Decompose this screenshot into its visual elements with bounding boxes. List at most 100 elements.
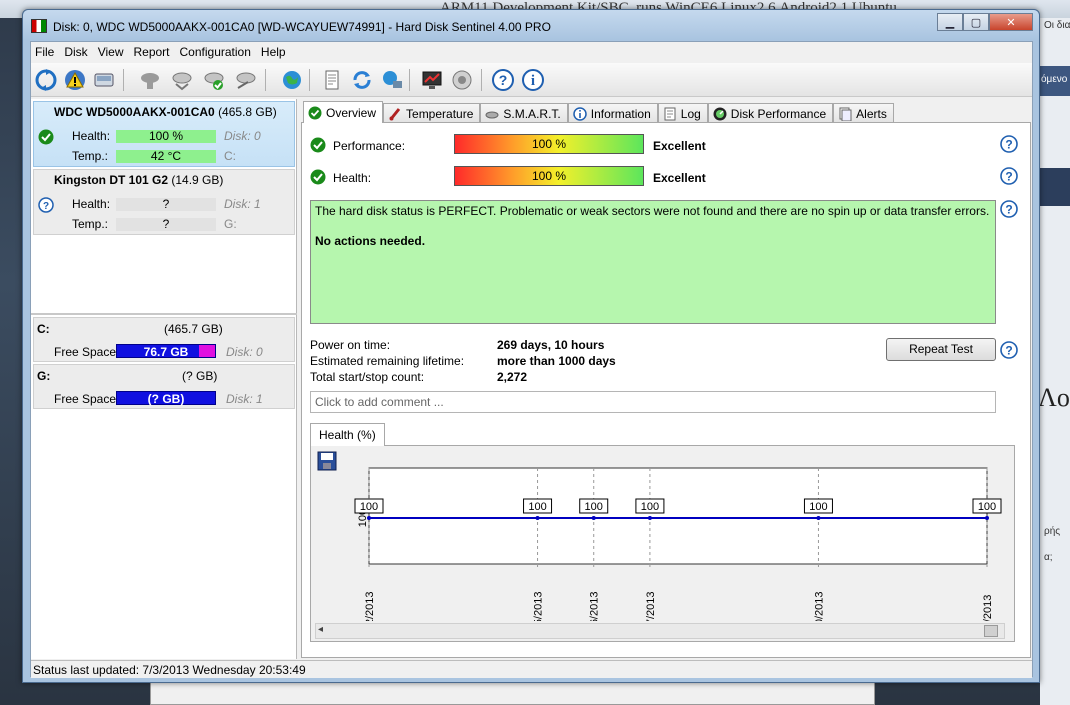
help-icon[interactable]: ?	[1000, 341, 1018, 359]
data-point	[591, 516, 596, 520]
gauge-icon	[713, 107, 727, 120]
background-fragment: Λο	[1040, 383, 1070, 412]
svg-text:?: ?	[1005, 203, 1012, 217]
thermometer-icon	[389, 107, 401, 120]
menu-help[interactable]: Help	[257, 42, 292, 62]
health-chart-panel: 100 100 100 100 100 100 100 6/22/2013 6/25/2013 6…	[310, 445, 1015, 642]
close-button[interactable]: ✕	[989, 13, 1033, 31]
health-value: 100 %	[116, 130, 216, 143]
disk-icon	[485, 111, 499, 118]
free-space-bar: (? GB)	[116, 391, 216, 406]
free-space-bar: 76.7 GB	[116, 344, 216, 359]
chart-scrollbar[interactable]: ◂	[315, 623, 1005, 639]
background-fragment: Οι διαχ	[1044, 20, 1070, 31]
data-point	[816, 516, 821, 520]
ok-check-icon	[308, 106, 322, 119]
repeat-test-button[interactable]: Repeat Test	[886, 338, 996, 361]
disk-gray-icon[interactable]	[137, 67, 163, 93]
help-icon[interactable]: ?	[1000, 135, 1018, 153]
report-icon[interactable]	[319, 67, 345, 93]
tab-information[interactable]: Information	[567, 103, 658, 123]
svg-text:i: i	[531, 73, 535, 89]
menu-disk[interactable]: Disk	[60, 42, 93, 62]
sync-icon[interactable]	[349, 67, 375, 93]
warning-icon[interactable]	[62, 67, 88, 93]
tab-disk-performance[interactable]: Disk Performance	[707, 103, 834, 123]
disk-settings-icon[interactable]	[233, 67, 259, 93]
comment-field[interactable]: Click to add comment ...	[310, 391, 996, 413]
remaining-lifetime: more than 1000 days	[497, 354, 616, 368]
scroll-thumb[interactable]	[984, 625, 998, 637]
minimize-button[interactable]: ▁	[937, 13, 963, 31]
x-tick-label: 6/26/2013	[589, 592, 601, 621]
data-point	[367, 516, 371, 520]
divider	[31, 313, 297, 315]
client-area: File Disk View Report Configuration Help	[30, 41, 1033, 678]
menu-report[interactable]: Report	[129, 42, 175, 62]
tab-alerts[interactable]: Alerts	[833, 103, 894, 123]
performance-bar: 100 %	[454, 134, 644, 154]
x-tick-label: 7/3/2013	[982, 595, 994, 621]
background-fragment: ρής	[1044, 526, 1061, 537]
tab-health-chart[interactable]: Health (%)	[310, 423, 385, 446]
data-point	[535, 516, 540, 520]
tab-smart[interactable]: S.M.A.R.T.	[480, 103, 568, 123]
x-tick-label: 6/25/2013	[533, 592, 545, 621]
network-icon[interactable]	[379, 67, 405, 93]
disk-name: WDC WD5000AAKX-001CA0 (465.8 GB)	[54, 105, 277, 119]
refresh-icon[interactable]	[33, 67, 59, 93]
maximize-button[interactable]: ▢	[963, 13, 989, 31]
scroll-left-icon[interactable]: ◂	[318, 624, 323, 635]
alerts-icon	[839, 107, 852, 121]
x-tick-label: 6/27/2013	[645, 592, 657, 621]
disk-icon[interactable]	[91, 67, 117, 93]
status-bar: Status last updated: 7/3/2013 Wednesday …	[31, 660, 1032, 678]
window-title: Disk: 0, WDC WD5000AAKX-001CA0 [WD-WCAYU…	[53, 20, 551, 34]
health-bar: 100 %	[454, 166, 644, 186]
info-icon	[572, 106, 587, 121]
tab-temperature[interactable]: Temperature	[383, 103, 481, 123]
menu-file[interactable]: File	[31, 42, 60, 62]
start-stop-count: 2,272	[497, 370, 528, 384]
data-label: 100	[809, 501, 827, 513]
used-space-fill	[199, 345, 215, 357]
svg-text:?: ?	[1005, 344, 1012, 358]
temperature-value: 42 °C	[116, 150, 216, 163]
title-bar[interactable]: Disk: 0, WDC WD5000AAKX-001CA0 [WD-WCAYU…	[23, 10, 1039, 40]
menu-view[interactable]: View	[94, 42, 130, 62]
tab-overview[interactable]: Overview	[303, 101, 384, 123]
volume-card-g[interactable]: G: (? GB) Free Space (? GB) Disk: 1	[33, 364, 295, 409]
help-icon[interactable]: ?	[1000, 167, 1018, 185]
info-icon[interactable]: i	[520, 67, 546, 93]
power-on-time: 269 days, 10 hours	[497, 338, 605, 352]
background-window	[150, 682, 875, 705]
monitor-icon[interactable]	[419, 67, 445, 93]
health-rating: Excellent	[653, 171, 706, 185]
data-label: 100	[585, 501, 603, 513]
temperature-value: ?	[116, 218, 216, 231]
background-fragment: α;	[1044, 552, 1053, 563]
menu-configuration[interactable]: Configuration	[176, 42, 257, 62]
disk-card-1[interactable]: Kingston DT 101 G2 (14.9 GB) ? Health: ?…	[33, 169, 295, 235]
app-window: Disk: 0, WDC WD5000AAKX-001CA0 [WD-WCAYU…	[22, 9, 1040, 683]
status-message: The hard disk status is PERFECT. Problem…	[310, 200, 996, 324]
help-icon[interactable]: ?	[1000, 200, 1018, 218]
disk-tools-icon[interactable]	[169, 67, 195, 93]
disk-name: Kingston DT 101 G2 (14.9 GB)	[54, 173, 224, 187]
menu-bar: File Disk View Report Configuration Help	[31, 42, 1032, 62]
x-tick-label: 6/22/2013	[364, 592, 376, 621]
data-point	[985, 516, 989, 520]
help-icon[interactable]: ?	[490, 67, 516, 93]
background-block	[1040, 168, 1070, 206]
overview-panel: Performance: 100 % Excellent ? Health: 1…	[301, 122, 1031, 658]
globe-icon[interactable]	[279, 67, 305, 93]
unknown-status-icon: ?	[38, 197, 54, 213]
tab-log[interactable]: Log	[657, 103, 708, 123]
ok-check-icon	[310, 137, 326, 153]
disk-check-icon[interactable]	[201, 67, 227, 93]
sound-icon[interactable]	[449, 67, 475, 93]
svg-text:?: ?	[1005, 138, 1012, 152]
disk-card-0[interactable]: WDC WD5000AAKX-001CA0 (465.8 GB) Health:…	[33, 101, 295, 167]
toolbar: ? i	[31, 63, 1032, 97]
volume-card-c[interactable]: C: (465.7 GB) Free Space 76.7 GB Disk: 0	[33, 317, 295, 362]
